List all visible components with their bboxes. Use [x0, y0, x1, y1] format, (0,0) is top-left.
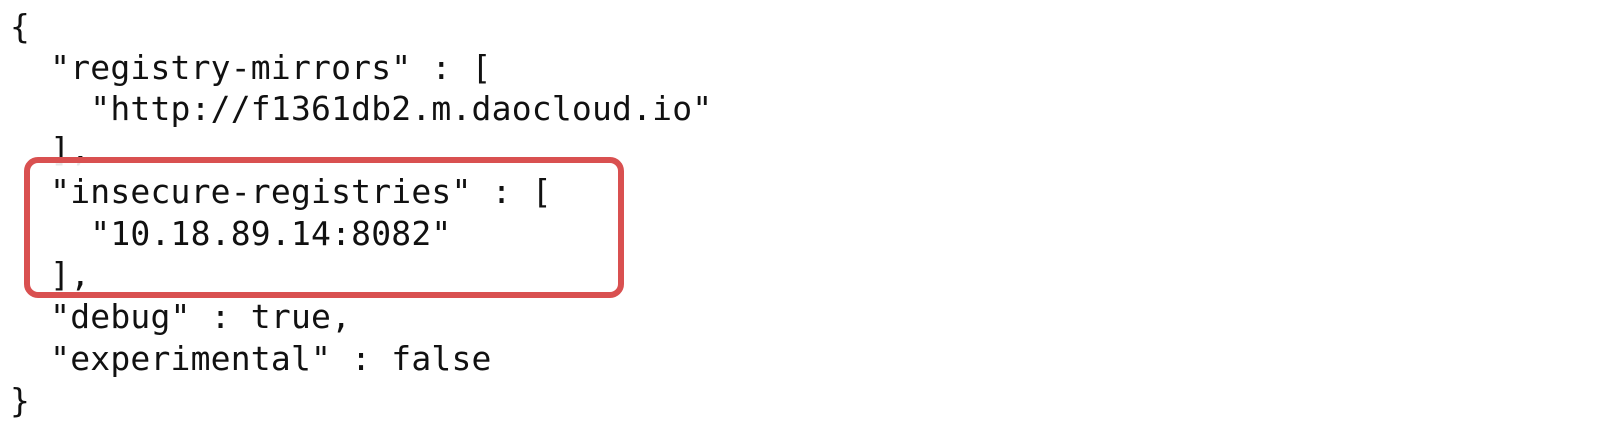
highlighted-line-insecure-registries-key: "insecure-registries" : [	[10, 172, 552, 211]
highlighted-line-insecure-registry-address: "10.18.89.14:8082"	[10, 214, 452, 253]
highlighted-line-close-insecure-registries: ],	[10, 255, 91, 294]
highlighted-code-overlay: "insecure-registries" : [ "10.18.89.14:8…	[0, 0, 1600, 436]
code-viewer: { "registry-mirrors" : [ "http://f1361db…	[0, 0, 1600, 436]
